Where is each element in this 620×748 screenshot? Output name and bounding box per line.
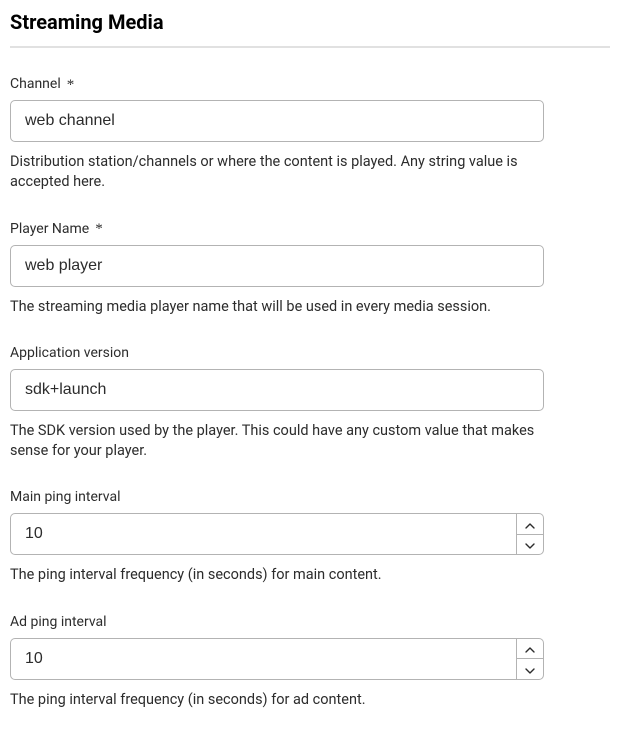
main-ping-interval-stepper bbox=[10, 513, 544, 555]
stepper-buttons bbox=[516, 638, 544, 680]
ad-ping-interval-label-text: Ad ping interval bbox=[10, 614, 107, 630]
main-ping-interval-label: Main ping interval bbox=[10, 489, 610, 505]
chevron-up-icon bbox=[525, 517, 535, 532]
required-asterisk: * bbox=[67, 78, 75, 93]
player-name-label-text: Player Name bbox=[10, 221, 89, 237]
channel-input[interactable] bbox=[10, 100, 544, 142]
required-asterisk: * bbox=[95, 222, 103, 237]
chevron-down-icon bbox=[525, 537, 535, 552]
main-ping-interval-label-text: Main ping interval bbox=[10, 489, 120, 505]
field-ad-ping-interval: Ad ping interval The ping interval frequ… bbox=[10, 614, 610, 710]
ad-ping-interval-help: The ping interval frequency (in seconds)… bbox=[10, 690, 550, 710]
channel-help: Distribution station/channels or where t… bbox=[10, 152, 550, 193]
ad-ping-interval-input[interactable] bbox=[10, 638, 516, 680]
app-version-label: Application version bbox=[10, 345, 610, 361]
channel-label: Channel * bbox=[10, 76, 610, 92]
main-ping-step-up-button[interactable] bbox=[516, 513, 544, 534]
section-title: Streaming Media bbox=[10, 10, 610, 34]
section-divider bbox=[10, 46, 610, 48]
stepper-buttons bbox=[516, 513, 544, 555]
field-player-name: Player Name * The streaming media player… bbox=[10, 221, 610, 317]
ad-ping-interval-stepper bbox=[10, 638, 544, 680]
chevron-up-icon bbox=[525, 641, 535, 656]
chevron-down-icon bbox=[525, 662, 535, 677]
main-ping-interval-help: The ping interval frequency (in seconds)… bbox=[10, 565, 550, 585]
app-version-input[interactable] bbox=[10, 369, 544, 411]
main-ping-step-down-button[interactable] bbox=[516, 534, 544, 556]
app-version-help: The SDK version used by the player. This… bbox=[10, 421, 550, 462]
field-main-ping-interval: Main ping interval The ping interval fre… bbox=[10, 489, 610, 585]
player-name-label: Player Name * bbox=[10, 221, 610, 237]
ad-ping-step-up-button[interactable] bbox=[516, 638, 544, 659]
app-version-label-text: Application version bbox=[10, 345, 129, 361]
channel-label-text: Channel bbox=[10, 76, 61, 92]
field-app-version: Application version The SDK version used… bbox=[10, 345, 610, 462]
ad-ping-step-down-button[interactable] bbox=[516, 658, 544, 680]
player-name-help: The streaming media player name that wil… bbox=[10, 297, 550, 317]
field-channel: Channel * Distribution station/channels … bbox=[10, 76, 610, 193]
ad-ping-interval-label: Ad ping interval bbox=[10, 614, 610, 630]
main-ping-interval-input[interactable] bbox=[10, 513, 516, 555]
player-name-input[interactable] bbox=[10, 245, 544, 287]
